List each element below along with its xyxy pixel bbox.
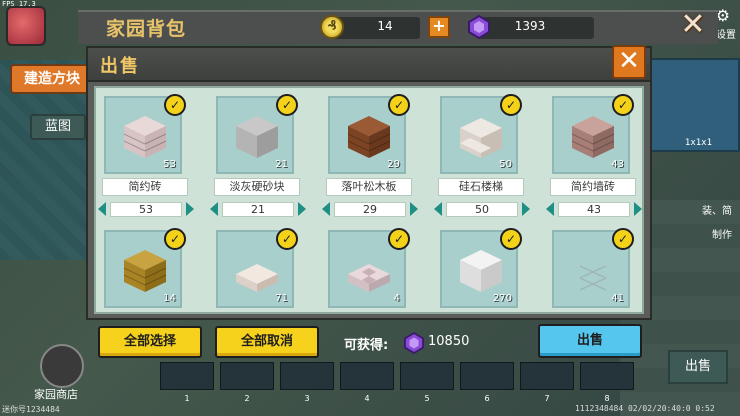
- item-name: 简约砖: [102, 178, 188, 196]
- build-blocks-button[interactable]: 建造方块: [10, 64, 94, 94]
- block-icon: [123, 250, 167, 292]
- block-icon: [460, 250, 502, 292]
- settings-label: 设置: [716, 30, 736, 41]
- decrease-arrow-icon[interactable]: [322, 202, 330, 216]
- item-count: 50: [499, 159, 512, 170]
- block-icon: [236, 116, 278, 158]
- close-sell-dialog-button[interactable]: ✕: [612, 45, 646, 79]
- blueprint-button[interactable]: 蓝图: [30, 114, 86, 140]
- block-icon: [460, 118, 502, 158]
- increase-arrow-icon[interactable]: [186, 202, 194, 216]
- item-count: 53: [163, 159, 176, 170]
- decrease-arrow-icon[interactable]: [434, 202, 442, 216]
- check-icon[interactable]: ✓: [612, 94, 634, 116]
- increase-arrow-icon[interactable]: [634, 202, 642, 216]
- gain-value: 10850: [428, 334, 470, 349]
- hotbar-slot[interactable]: 1: [160, 362, 214, 403]
- backpack-title: 家园背包: [106, 18, 187, 40]
- check-icon[interactable]: ✓: [500, 228, 522, 250]
- item-count: 41: [611, 293, 624, 304]
- side-description-1: 装、简: [702, 206, 732, 217]
- close-backpack-button[interactable]: ✕: [676, 8, 710, 42]
- increase-arrow-icon[interactable]: [522, 202, 530, 216]
- gem-icon: [468, 15, 490, 39]
- sell-button[interactable]: 出售: [538, 324, 642, 358]
- check-icon[interactable]: ✓: [276, 94, 298, 116]
- quantity-stepper: 43: [546, 202, 642, 218]
- gem-value: 1393: [514, 19, 546, 33]
- item-count: 29: [387, 159, 400, 170]
- sell-dialog-title: 出售: [100, 56, 140, 77]
- check-icon[interactable]: ✓: [388, 228, 410, 250]
- gain-label: 可获得:: [344, 338, 389, 353]
- player-id: 迷你号1234484: [2, 405, 60, 414]
- decrease-arrow-icon[interactable]: [546, 202, 554, 216]
- item-count: 43: [611, 159, 624, 170]
- hotbar-slot[interactable]: 6: [460, 362, 514, 403]
- item-count: 4: [393, 293, 400, 304]
- deselect-all-button[interactable]: 全部取消: [215, 326, 319, 358]
- hotbar-slot[interactable]: 4: [340, 362, 394, 403]
- decrease-arrow-icon[interactable]: [210, 202, 218, 216]
- gem-icon: [404, 332, 424, 354]
- sell-dialog-header: [86, 46, 652, 82]
- quantity-value[interactable]: 50: [446, 202, 518, 217]
- quantity-stepper: 29: [322, 202, 418, 218]
- quantity-value[interactable]: 29: [334, 202, 406, 217]
- select-all-button[interactable]: 全部选择: [98, 326, 202, 358]
- increase-arrow-icon[interactable]: [410, 202, 418, 216]
- coin-icon: ₰: [320, 15, 344, 39]
- increase-arrow-icon[interactable]: [298, 202, 306, 216]
- home-shop-icon[interactable]: [40, 344, 84, 388]
- player-avatar[interactable]: [6, 6, 46, 46]
- item-name: 简约墙砖: [550, 178, 636, 196]
- home-shop-label: 家园商店: [34, 388, 78, 401]
- quantity-stepper: 53: [98, 202, 194, 218]
- block-size-label: 1x1x1: [684, 138, 712, 148]
- item-name: 硅石楼梯: [438, 178, 524, 196]
- item-name: 淡灰硬砂块: [214, 178, 300, 196]
- check-icon[interactable]: ✓: [612, 228, 634, 250]
- block-icon: [236, 264, 278, 292]
- block-icon: [348, 264, 390, 292]
- quantity-value[interactable]: 53: [110, 202, 182, 217]
- check-icon[interactable]: ✓: [164, 94, 186, 116]
- side-description-2: 制作: [712, 230, 732, 241]
- hotbar-slot[interactable]: 8: [580, 362, 634, 403]
- check-icon[interactable]: ✓: [500, 94, 522, 116]
- check-icon[interactable]: ✓: [276, 228, 298, 250]
- decrease-arrow-icon[interactable]: [98, 202, 106, 216]
- block-icon: [123, 116, 167, 158]
- coin-value: 14: [377, 19, 393, 33]
- item-count: 270: [492, 293, 512, 304]
- item-count: 71: [275, 293, 288, 304]
- hotbar-slot[interactable]: 5: [400, 362, 454, 403]
- build-info: 1112348484 02/02/20:40:0 0:52: [575, 404, 715, 413]
- block-icon: [571, 116, 615, 158]
- quantity-value[interactable]: 21: [222, 202, 294, 217]
- quantity-value[interactable]: 43: [558, 202, 630, 217]
- item-name: 落叶松木板: [326, 178, 412, 196]
- add-coins-button[interactable]: +: [428, 16, 450, 38]
- quantity-stepper: 21: [210, 202, 306, 218]
- item-count: 21: [275, 159, 288, 170]
- quantity-stepper: 50: [434, 202, 530, 218]
- item-count: 14: [163, 293, 176, 304]
- side-sell-button[interactable]: 出售: [668, 350, 728, 384]
- block-icon: [579, 265, 607, 291]
- hotbar-slot[interactable]: 2: [220, 362, 274, 403]
- hotbar: 1 2 3 4 5 6 7 8: [160, 362, 634, 403]
- block-icon: [347, 116, 391, 158]
- check-icon[interactable]: ✓: [388, 94, 410, 116]
- hotbar-slot[interactable]: 7: [520, 362, 574, 403]
- check-icon[interactable]: ✓: [164, 228, 186, 250]
- hotbar-slot[interactable]: 3: [280, 362, 334, 403]
